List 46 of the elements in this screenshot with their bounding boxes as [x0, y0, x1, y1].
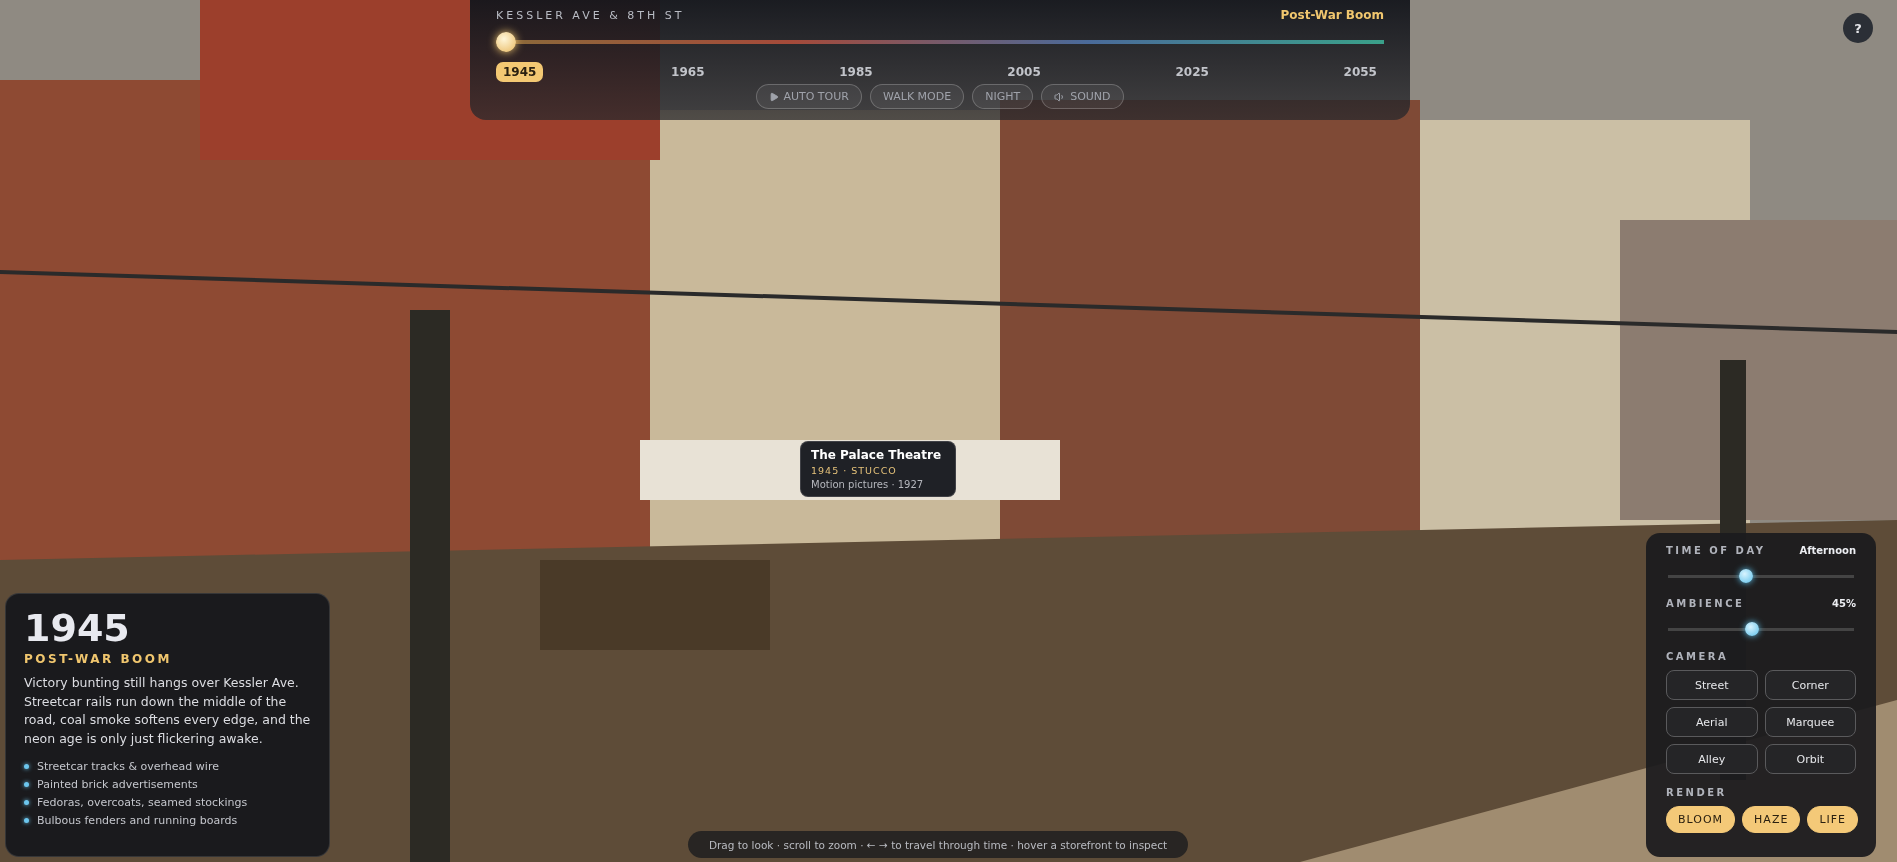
camera-button[interactable]: Corner: [1764, 670, 1856, 700]
camera-button[interactable]: Aerial: [1666, 707, 1758, 737]
mode-button[interactable]: WALK MODE: [869, 84, 965, 109]
camera-label: CAMERA: [1666, 651, 1730, 662]
slider-reading: Afternoon: [1799, 545, 1856, 556]
mode-button[interactable]: AUTO TOUR: [756, 84, 862, 109]
bullet-icon: [24, 817, 29, 823]
era-description: Victory bunting still hangs over Kessler Ave. Streetcar rails run down the middle of the road, coal smoke softens every edge, and the neon age is only just flickering awake.: [24, 673, 311, 749]
bullet-icon: [24, 781, 29, 787]
slider-label: AMBIENCE: [1666, 598, 1745, 609]
year-tick[interactable]: 2005: [1000, 62, 1048, 82]
slider-reading: 45%: [1832, 598, 1856, 609]
year-tick[interactable]: 1945: [496, 62, 544, 82]
feature-item: Streetcar tracks & overhead wire: [37, 759, 219, 773]
camera-button[interactable]: Street: [1666, 670, 1758, 700]
render-toggle[interactable]: LIFE: [1807, 806, 1859, 833]
year-tick[interactable]: 2055: [1336, 62, 1384, 82]
year-tick[interactable]: 1965: [664, 62, 712, 82]
tooltip-meta: 1945 · STUCCO: [811, 465, 898, 476]
bullet-icon: [24, 799, 29, 805]
mode-button[interactable]: NIGHT: [972, 84, 1034, 109]
timeline-thumb[interactable]: [496, 32, 516, 52]
render-toggle[interactable]: BLOOM: [1666, 806, 1736, 833]
feature-item: Painted brick advertisements: [37, 777, 198, 791]
feature-item: Fedoras, overcoats, seamed stockings: [37, 795, 248, 809]
location-label: KESSLER AVE & 8TH ST: [496, 8, 685, 22]
slider-label: TIME OF DAY: [1666, 545, 1766, 556]
play-icon: [769, 91, 780, 102]
camera-button[interactable]: Marquee: [1764, 707, 1856, 737]
render-toggle[interactable]: HAZE: [1742, 806, 1801, 833]
render-label: RENDER: [1666, 787, 1728, 798]
era-label: Post-War Boom: [1280, 8, 1384, 22]
era-year: 1945: [24, 608, 131, 650]
bullet-icon: [24, 763, 29, 769]
year-tick[interactable]: 1985: [832, 62, 880, 82]
feature-item: Bulbous fenders and running boards: [37, 813, 238, 827]
slider-thumb[interactable]: [1745, 622, 1760, 636]
controls-hint: Drag to look · scroll to zoom · ← → to travel through time · hover a storefront to inspect: [688, 831, 1188, 858]
mode-button[interactable]: SOUND: [1041, 84, 1124, 109]
year-tick[interactable]: 2025: [1168, 62, 1216, 82]
tooltip-detail: Motion pictures · 1927: [811, 479, 925, 490]
camera-button[interactable]: Alley: [1666, 744, 1758, 774]
tooltip-title: The Palace Theatre: [811, 448, 942, 462]
slider-thumb[interactable]: [1738, 569, 1753, 583]
era-title: POST-WAR BOOM: [24, 651, 173, 666]
camera-button[interactable]: Orbit: [1764, 744, 1856, 774]
